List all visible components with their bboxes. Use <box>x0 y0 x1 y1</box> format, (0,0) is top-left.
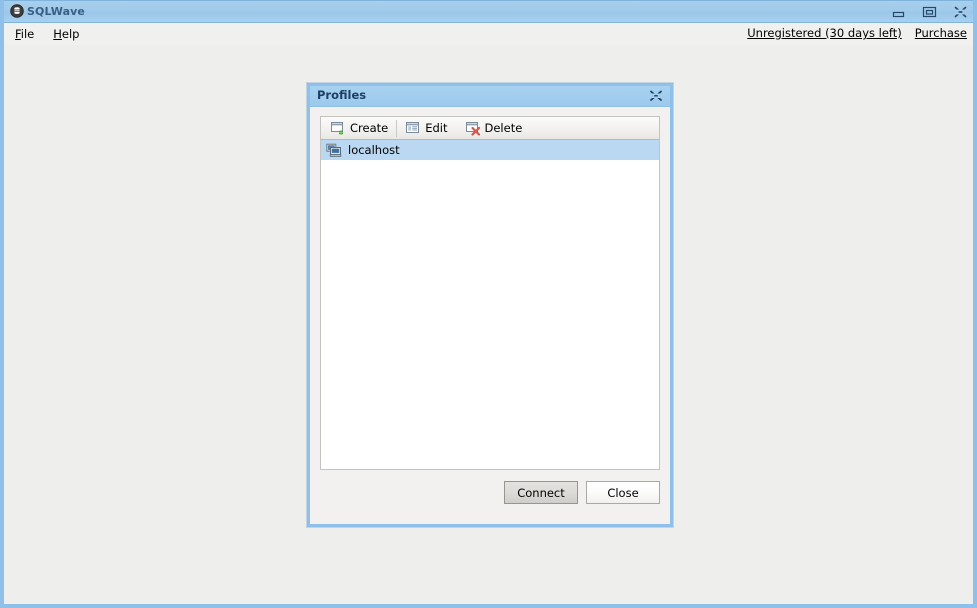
dialog-close-icon[interactable] <box>648 88 664 104</box>
profiles-list[interactable]: localhost <box>320 140 660 470</box>
profiles-dialog: Profiles Create Edit Delete localhost Co… <box>307 83 673 527</box>
close-icon[interactable] <box>952 4 969 20</box>
dialog-title: Profiles <box>317 88 367 103</box>
profiles-toolbar: Create Edit Delete <box>320 116 660 140</box>
delete-label: Delete <box>484 121 523 135</box>
profile-name: localhost <box>348 143 400 157</box>
delete-profile-button[interactable]: Delete <box>460 118 528 138</box>
registration-status-link[interactable]: Unregistered (30 days left) <box>747 26 902 40</box>
list-item[interactable]: localhost <box>321 140 659 160</box>
window-title: SQLWave <box>27 4 85 18</box>
edit-label: Edit <box>425 121 448 135</box>
server-computer-icon <box>326 142 342 158</box>
create-profile-button[interactable]: Create <box>325 118 393 138</box>
connect-button[interactable]: Connect <box>504 481 578 504</box>
edit-profile-button[interactable]: Edit <box>400 118 452 138</box>
purchase-link[interactable]: Purchase <box>915 26 967 40</box>
dialog-footer: Connect Close <box>320 470 660 504</box>
toolbar-separator-1 <box>396 119 398 137</box>
menu-item-file[interactable]: File <box>7 25 42 43</box>
minimize-icon[interactable] <box>890 4 907 20</box>
create-label: Create <box>350 121 389 135</box>
database-icon <box>10 4 24 18</box>
delete-icon <box>465 120 481 136</box>
client-area: Profiles Create Edit Delete localhost Co… <box>4 45 973 604</box>
menubar: File Help Unregistered (30 days left) Pu… <box>4 23 973 45</box>
close-button[interactable]: Close <box>586 481 660 504</box>
application-window: SQLWave File Help Unregistered (30 days … <box>0 0 977 608</box>
registration-area: Unregistered (30 days left) Purchase <box>747 26 967 40</box>
window-titlebar: SQLWave <box>4 0 973 23</box>
edit-icon <box>405 120 421 136</box>
menu-item-help[interactable]: Help <box>45 25 87 43</box>
dialog-titlebar: Profiles <box>310 86 670 107</box>
dialog-body: Create Edit Delete localhost Connect Clo… <box>310 108 670 524</box>
window-controls <box>890 0 969 23</box>
maximize-icon[interactable] <box>921 4 938 20</box>
create-icon <box>330 120 346 136</box>
